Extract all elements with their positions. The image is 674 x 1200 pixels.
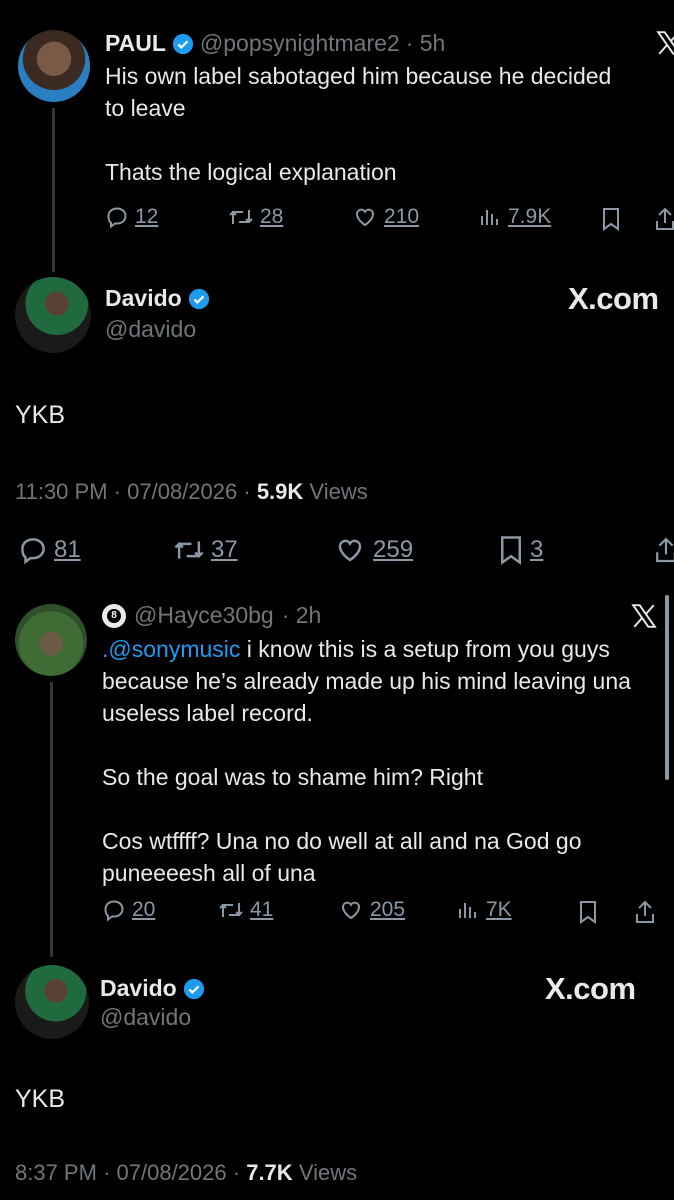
- post-time: 8:37 PM: [15, 1160, 97, 1185]
- author-name[interactable]: PAUL: [105, 30, 166, 57]
- meta-dot: ·: [232, 1160, 241, 1185]
- thread-line: [50, 682, 53, 957]
- post-text: YKB: [15, 1085, 66, 1113]
- views-count: 7.7K: [246, 1160, 293, 1185]
- retweet-icon: [219, 903, 243, 917]
- retweet-icon: [229, 210, 253, 224]
- post-text: YKB: [15, 401, 66, 429]
- like-count: 210: [384, 205, 420, 228]
- views-label: Views: [298, 1160, 358, 1185]
- reply-button[interactable]: 81: [18, 535, 81, 565]
- like-button[interactable]: 205: [338, 898, 405, 922]
- reply-count: 81: [54, 536, 81, 563]
- retweet-button[interactable]: 41: [218, 898, 273, 922]
- views-count: 5.9K: [256, 479, 304, 504]
- bookmark-icon: [501, 536, 521, 565]
- verified-badge-icon: [183, 978, 204, 999]
- meta-dot: ·: [103, 1160, 111, 1185]
- bookmark-button[interactable]: 3: [498, 535, 543, 565]
- views-label: Views: [309, 479, 368, 504]
- x-com-brand: X.com: [545, 971, 636, 1006]
- verified-badge-icon: [172, 33, 193, 54]
- author-handle[interactable]: @davido: [105, 316, 196, 343]
- meta-dot: ·: [243, 479, 251, 504]
- scrollbar[interactable]: [665, 595, 669, 780]
- heart-icon: [338, 539, 362, 562]
- views-icon: [481, 210, 498, 225]
- mention-link[interactable]: .@sonymusic: [102, 636, 240, 662]
- reply-icon: [107, 207, 127, 229]
- bookmark-icon[interactable]: [600, 207, 622, 231]
- share-icon[interactable]: [655, 207, 674, 231]
- avatar[interactable]: [15, 965, 89, 1039]
- views-icon: [459, 903, 476, 918]
- reply-icon: [104, 900, 124, 922]
- reply-button[interactable]: 20: [102, 898, 155, 922]
- reply-icon: [21, 538, 45, 565]
- heart-icon: [355, 208, 375, 227]
- x-logo-icon: [656, 31, 674, 55]
- heart-icon: [341, 901, 361, 920]
- reply-count: 12: [135, 205, 159, 228]
- retweet-icon: [174, 541, 204, 559]
- views-button[interactable]: 7.9K: [478, 205, 551, 229]
- reply-count: 20: [132, 898, 156, 921]
- tweet-text: .@sonymusic i know this is a setup from …: [102, 633, 662, 889]
- views-count: 7K: [486, 898, 512, 921]
- retweet-button[interactable]: 28: [228, 205, 283, 229]
- like-button[interactable]: 259: [333, 535, 413, 565]
- like-count: 205: [370, 898, 406, 921]
- share-icon[interactable]: [655, 535, 674, 565]
- thread-line: [52, 108, 55, 272]
- share-icon[interactable]: [635, 900, 655, 924]
- post-time: 11:30 PM: [15, 479, 108, 504]
- like-button[interactable]: 210: [352, 205, 419, 229]
- author-name[interactable]: Davido: [105, 285, 182, 312]
- tweet-time: · 2h: [281, 602, 322, 628]
- verified-badge-icon: [188, 288, 209, 309]
- like-count: 259: [373, 536, 414, 563]
- retweet-button[interactable]: 37: [173, 535, 238, 565]
- post-meta: 11:30 PM · 07/08/2026 · 5.9K Views: [15, 479, 368, 505]
- tweet-text-body: i know this is a setup from you guys bec…: [102, 636, 631, 886]
- x-logo-icon: [631, 604, 657, 628]
- author-handle[interactable]: @davido: [100, 1004, 191, 1031]
- tweet-text: His own label sabotaged him because he d…: [105, 63, 612, 185]
- avatar[interactable]: [15, 604, 87, 676]
- avatar[interactable]: [18, 30, 90, 102]
- x-com-brand: X.com: [568, 281, 659, 316]
- meta-dot: ·: [113, 479, 121, 504]
- author-handle[interactable]: @popsynightmare2: [200, 30, 400, 57]
- reply-button[interactable]: 12: [105, 205, 158, 229]
- views-count: 7.9K: [508, 205, 552, 228]
- retweet-count: 28: [260, 205, 284, 228]
- post-date: 07/08/2026: [116, 1160, 227, 1185]
- bookmark-icon[interactable]: [577, 900, 599, 924]
- author-name[interactable]: Davido: [100, 975, 177, 1002]
- bookmark-count: 3: [530, 536, 544, 563]
- avatar[interactable]: [15, 277, 91, 353]
- post-meta: 8:37 PM · 07/08/2026 · 7.7K Views: [15, 1160, 357, 1186]
- views-button[interactable]: 7K: [456, 898, 512, 922]
- tweet-time: · 5h: [405, 30, 446, 56]
- retweet-count: 41: [250, 898, 274, 921]
- retweet-count: 37: [211, 536, 238, 563]
- eight-ball-icon: 8: [102, 603, 126, 628]
- post-date: 07/08/2026: [127, 479, 238, 504]
- author-handle[interactable]: @Hayce30bg: [134, 602, 274, 629]
